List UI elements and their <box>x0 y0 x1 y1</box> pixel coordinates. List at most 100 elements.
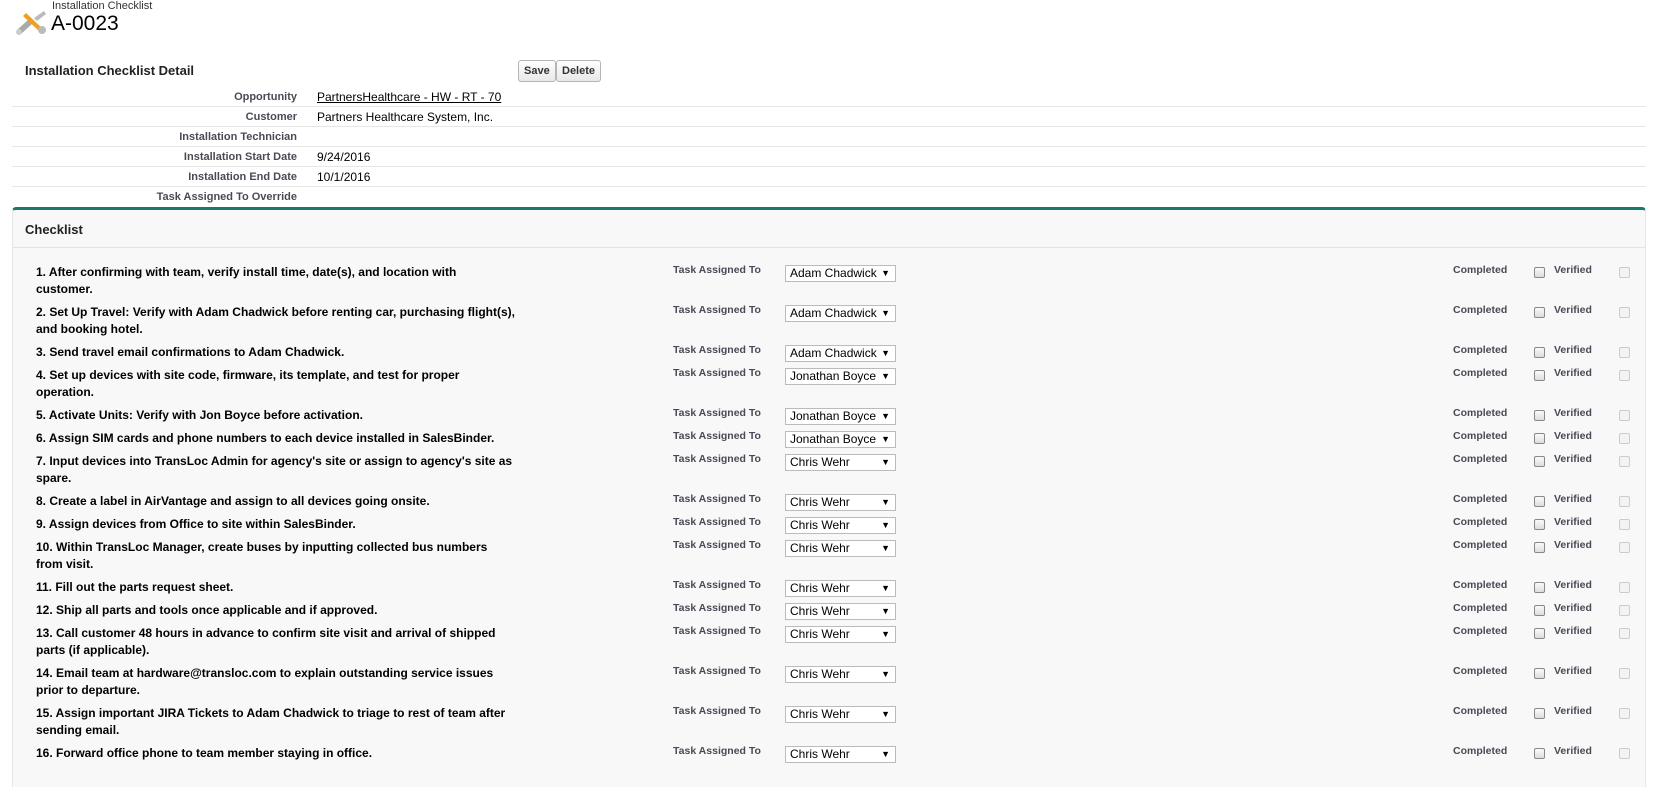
verified-label: Verified <box>1554 665 1592 677</box>
task-assigned-label: Task Assigned To <box>673 304 761 316</box>
dropdown-arrow-icon: ▼ <box>881 457 890 467</box>
completed-checkbox[interactable] <box>1534 668 1545 679</box>
completed-label: Completed <box>1453 745 1508 757</box>
checklist-item: 5. Activate Units: Verify with Jon Boyce… <box>13 407 1645 430</box>
dropdown-arrow-icon: ▼ <box>881 709 890 719</box>
checklist-item: 16. Forward office phone to team member … <box>13 745 1645 768</box>
task-assigned-label: Task Assigned To <box>673 516 761 528</box>
assignee-select[interactable]: Chris Wehr ▼ <box>785 666 896 683</box>
task-assigned-label: Task Assigned To <box>673 579 761 591</box>
completed-checkbox[interactable] <box>1534 542 1545 553</box>
completed-checkbox[interactable] <box>1534 370 1545 381</box>
verified-checkbox[interactable] <box>1619 433 1630 444</box>
save-button[interactable]: Save <box>518 60 556 82</box>
completed-checkbox[interactable] <box>1534 410 1545 421</box>
field-label: Installation End Date <box>188 171 297 183</box>
verified-checkbox[interactable] <box>1619 582 1630 593</box>
verified-checkbox[interactable] <box>1619 542 1630 553</box>
assignee-select[interactable]: Adam Chadwick ▼ <box>785 305 896 322</box>
field-label: Task Assigned To Override <box>156 191 297 203</box>
dropdown-arrow-icon: ▼ <box>881 497 890 507</box>
checklist-item: 3. Send travel email confirmations to Ad… <box>13 344 1645 367</box>
completed-checkbox[interactable] <box>1534 347 1545 358</box>
verified-checkbox[interactable] <box>1619 748 1630 759</box>
completed-checkbox[interactable] <box>1534 582 1545 593</box>
task-assigned-label: Task Assigned To <box>673 264 761 276</box>
dropdown-arrow-icon: ▼ <box>881 411 890 421</box>
verified-checkbox[interactable] <box>1619 307 1630 318</box>
assignee-value: Jonathan Boyce <box>790 369 877 383</box>
detail-fields: Opportunity PartnersHealthcare - HW - RT… <box>12 87 1646 207</box>
field-value: Partners Healthcare System, Inc. <box>317 110 494 124</box>
task-assigned-label: Task Assigned To <box>673 625 761 637</box>
assignee-select[interactable]: Jonathan Boyce ▼ <box>785 408 896 425</box>
verified-label: Verified <box>1554 407 1592 419</box>
completed-checkbox[interactable] <box>1534 456 1545 467</box>
checklist-panel: Checklist 1. After confirming with team,… <box>12 207 1646 787</box>
assignee-select[interactable]: Chris Wehr ▼ <box>785 580 896 597</box>
task-text: 11. Fill out the parts request sheet. <box>36 580 234 594</box>
assignee-select[interactable]: Chris Wehr ▼ <box>785 540 896 557</box>
assignee-select[interactable]: Chris Wehr ▼ <box>785 603 896 620</box>
dropdown-arrow-icon: ▼ <box>881 749 890 759</box>
assignee-value: Adam Chadwick <box>790 346 877 360</box>
completed-checkbox[interactable] <box>1534 748 1545 759</box>
verified-checkbox[interactable] <box>1619 628 1630 639</box>
verified-checkbox[interactable] <box>1619 456 1630 467</box>
assignee-select[interactable]: Chris Wehr ▼ <box>785 454 896 471</box>
assignee-select[interactable]: Jonathan Boyce ▼ <box>785 431 896 448</box>
task-assigned-label: Task Assigned To <box>673 367 761 379</box>
verified-label: Verified <box>1554 516 1592 528</box>
verified-checkbox[interactable] <box>1619 605 1630 616</box>
completed-checkbox[interactable] <box>1534 708 1545 719</box>
verified-label: Verified <box>1554 304 1592 316</box>
completed-label: Completed <box>1453 665 1508 677</box>
checklist-item: 2. Set Up Travel: Verify with Adam Chadw… <box>13 304 1645 344</box>
field-label: Opportunity <box>234 91 297 103</box>
verified-checkbox[interactable] <box>1619 267 1630 278</box>
completed-checkbox[interactable] <box>1534 628 1545 639</box>
completed-checkbox[interactable] <box>1534 519 1545 530</box>
assignee-select[interactable]: Chris Wehr ▼ <box>785 626 896 643</box>
assignee-select[interactable]: Chris Wehr ▼ <box>785 494 896 511</box>
dropdown-arrow-icon: ▼ <box>881 606 890 616</box>
verified-checkbox[interactable] <box>1619 668 1630 679</box>
verified-checkbox[interactable] <box>1619 370 1630 381</box>
task-text: 1. After confirming with team, verify in… <box>36 265 457 296</box>
opportunity-link[interactable]: PartnersHealthcare - HW - RT - 70 <box>317 90 501 104</box>
completed-label: Completed <box>1453 602 1508 614</box>
dropdown-arrow-icon: ▼ <box>881 348 890 358</box>
task-assigned-label: Task Assigned To <box>673 430 761 442</box>
verified-label: Verified <box>1554 264 1592 276</box>
assignee-select[interactable]: Jonathan Boyce ▼ <box>785 368 896 385</box>
verified-checkbox[interactable] <box>1619 708 1630 719</box>
verified-checkbox[interactable] <box>1619 410 1630 421</box>
task-text: 10. Within TransLoc Manager, create buse… <box>36 540 488 571</box>
assignee-select[interactable]: Chris Wehr ▼ <box>785 746 896 763</box>
verified-checkbox[interactable] <box>1619 496 1630 507</box>
task-text: 16. Forward office phone to team member … <box>36 746 373 760</box>
delete-button[interactable]: Delete <box>556 60 602 82</box>
completed-checkbox[interactable] <box>1534 267 1545 278</box>
dropdown-arrow-icon: ▼ <box>881 268 890 278</box>
completed-checkbox[interactable] <box>1534 307 1545 318</box>
verified-checkbox[interactable] <box>1619 519 1630 530</box>
assignee-select[interactable]: Chris Wehr ▼ <box>785 706 896 723</box>
field-row: Opportunity PartnersHealthcare - HW - RT… <box>12 87 1646 107</box>
assignee-value: Chris Wehr <box>790 667 850 681</box>
verified-checkbox[interactable] <box>1619 347 1630 358</box>
task-assigned-label: Task Assigned To <box>673 705 761 717</box>
assignee-value: Chris Wehr <box>790 627 850 641</box>
assignee-select[interactable]: Chris Wehr ▼ <box>785 517 896 534</box>
assignee-select[interactable]: Adam Chadwick ▼ <box>785 345 896 362</box>
completed-checkbox[interactable] <box>1534 605 1545 616</box>
task-text: 8. Create a label in AirVantage and assi… <box>36 494 430 508</box>
assignee-select[interactable]: Adam Chadwick ▼ <box>785 265 896 282</box>
completed-checkbox[interactable] <box>1534 433 1545 444</box>
task-assigned-label: Task Assigned To <box>673 344 761 356</box>
assignee-value: Chris Wehr <box>790 747 850 761</box>
completed-label: Completed <box>1453 625 1508 637</box>
completed-checkbox[interactable] <box>1534 496 1545 507</box>
dropdown-arrow-icon: ▼ <box>881 520 890 530</box>
task-text: 9. Assign devices from Office to site wi… <box>36 517 356 531</box>
